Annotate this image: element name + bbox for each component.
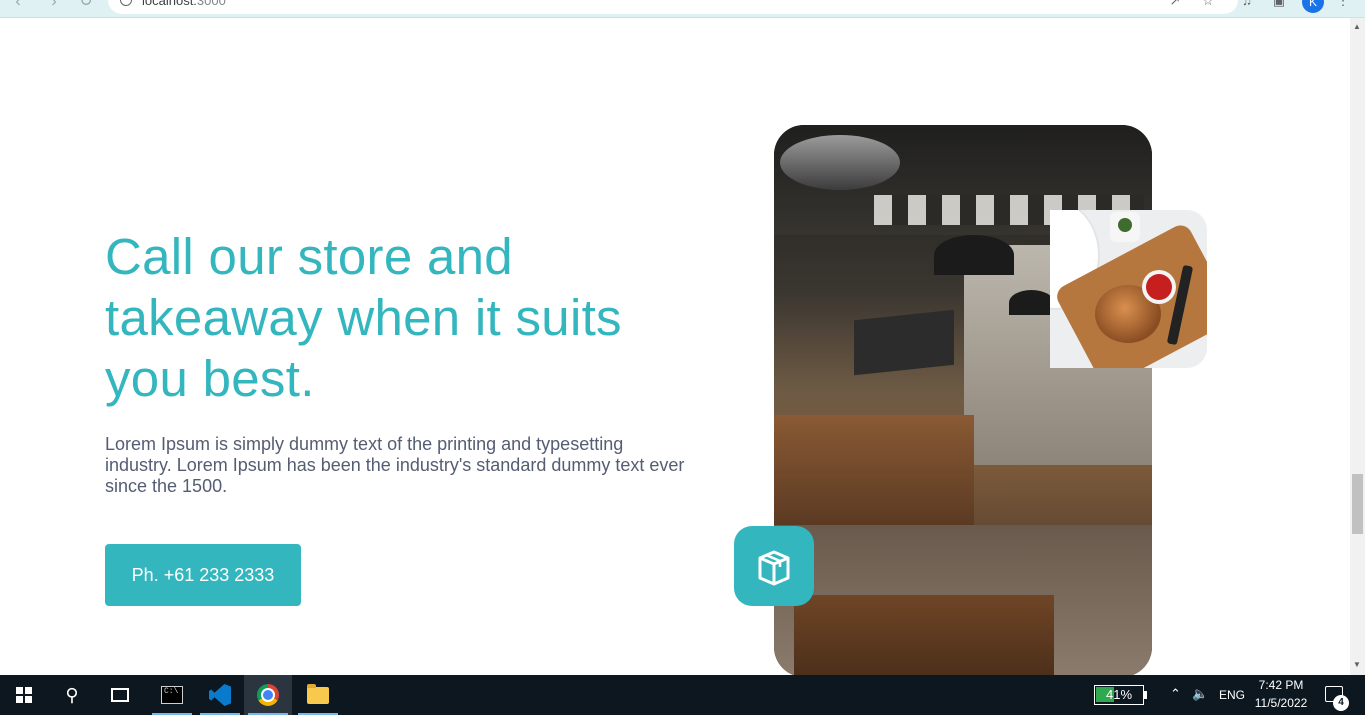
reload-icon[interactable]: ↻ (76, 0, 96, 12)
bookmark-star-icon[interactable]: ☆ (1201, 0, 1215, 8)
hero-description: Lorem Ipsum is simply dummy text of the … (105, 434, 685, 496)
address-bar[interactable] (108, 0, 1238, 14)
delivery-box-icon (734, 526, 814, 606)
forward-arrow-icon[interactable]: › (44, 0, 64, 12)
scroll-down-icon[interactable]: ▼ (1353, 660, 1361, 669)
search-button[interactable]: ⚲ (48, 675, 96, 715)
file-explorer-icon (307, 683, 329, 704)
taskbar-vscode[interactable] (196, 675, 244, 715)
menu-kebab-icon[interactable]: ⋮ (1336, 0, 1350, 8)
speaker-icon[interactable]: 🔈 (1192, 686, 1208, 702)
chevron-up-icon[interactable]: ⌃ (1170, 686, 1181, 702)
clock-date[interactable]: 11/5/2022 (1248, 696, 1314, 710)
battery-percent: 41% (1105, 687, 1133, 702)
scroll-thumb[interactable] (1352, 474, 1363, 534)
windows-taskbar: ⚲ C:\ (0, 675, 1365, 715)
windows-logo-icon (16, 687, 32, 703)
start-button[interactable] (0, 675, 48, 715)
scroll-up-icon[interactable]: ▲ (1353, 22, 1361, 31)
media-control-icon[interactable]: ♫ (1240, 0, 1254, 8)
box-glyph (758, 550, 790, 586)
page-scrollbar[interactable] (1350, 18, 1365, 675)
profile-avatar[interactable]: K (1302, 0, 1324, 13)
command-prompt-icon: C:\ (161, 686, 183, 704)
taskbar-file-explorer[interactable] (294, 675, 342, 715)
battery-indicator[interactable]: 41% (1094, 685, 1144, 705)
share-icon[interactable]: ↗ (1168, 0, 1182, 8)
phone-call-button[interactable]: Ph. +61 233 2333 (105, 544, 301, 606)
side-panel-icon[interactable]: ▣ (1272, 0, 1286, 8)
chrome-icon (257, 684, 279, 706)
taskbar-cmd[interactable]: C:\ (148, 675, 196, 715)
vscode-icon (209, 684, 231, 706)
search-icon: ⚲ (65, 684, 79, 705)
hero-headline: Call our store and takeaway when it suit… (105, 228, 622, 407)
notification-count-badge: 4 (1333, 695, 1349, 711)
clock-time[interactable]: 7:42 PM (1256, 678, 1306, 692)
back-arrow-icon[interactable]: ‹ (8, 0, 28, 12)
task-view-button[interactable] (96, 675, 144, 715)
browser-toolbar: ‹ › ↻ localhost:3000 ↗ ☆ ♫ ▣ K ⋮ (0, 0, 1365, 18)
cafe-interior-image (774, 125, 1152, 677)
taskbar-chrome[interactable] (244, 675, 292, 715)
task-view-icon (111, 688, 129, 702)
language-indicator[interactable]: ENG (1219, 688, 1245, 702)
burger-food-image (1050, 210, 1207, 368)
url-text[interactable]: localhost:3000 (142, 0, 226, 8)
